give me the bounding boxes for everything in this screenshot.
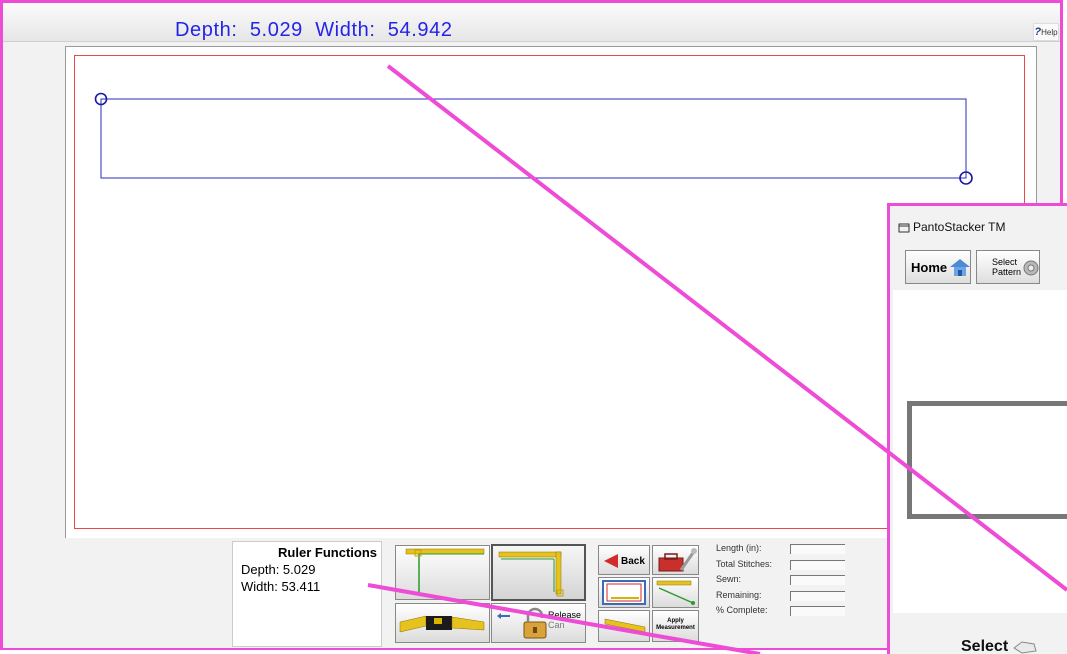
- select-label: Select: [961, 638, 1009, 654]
- total-stitches-value: [790, 559, 845, 570]
- ruler-rectangle: [100, 98, 967, 179]
- home-icon: [950, 259, 970, 276]
- stitch-stats: Length (in): Total Stitches: Sewn: Remai…: [716, 543, 846, 621]
- pantostacker-window: PantoStacker TM Home Select Pattern Sele…: [887, 203, 1067, 654]
- gear-icon: [1023, 260, 1039, 276]
- ruler-functions-panel: Ruler Functions Depth: 5.029 Width: 53.4…: [232, 541, 382, 647]
- boundary-button[interactable]: [598, 577, 650, 608]
- select-pattern-button[interactable]: Select Pattern: [976, 250, 1040, 284]
- sewn-value: [790, 575, 845, 585]
- ruler-width: Width: 53.411: [241, 579, 321, 594]
- angle-ruler-icon: [656, 580, 695, 605]
- corner-ruler-button[interactable]: [491, 544, 586, 601]
- length-value: [790, 544, 845, 554]
- ruler-tool-button[interactable]: [395, 603, 490, 643]
- complete-label: % Complete:: [716, 605, 768, 615]
- back-arrow-icon: [604, 554, 618, 568]
- pattern-preview-frame: [907, 401, 1067, 519]
- help-icon: ?: [1034, 26, 1042, 38]
- release-button[interactable]: Release Can: [491, 603, 586, 643]
- toolbox-icon: [658, 548, 697, 572]
- ruler-tool-icon: [399, 615, 485, 633]
- straight-ruler-icon: [604, 618, 646, 633]
- remaining-label: Remaining:: [716, 589, 762, 600]
- total-stitches-label: Total Stitches:: [716, 558, 773, 569]
- top-bar: Depth: 5.029 Width: 54.942 ? Help: [3, 3, 1060, 42]
- apply-label: Apply: [667, 618, 684, 624]
- home-label: Home: [911, 259, 948, 275]
- length-label: Length (in):: [716, 543, 762, 553]
- corner-ruler-icon: [498, 551, 564, 597]
- pantostacker-title: PantoStacker TM: [913, 220, 1006, 234]
- pantostacker-titlebar: PantoStacker TM: [898, 220, 1005, 234]
- home-button[interactable]: Home: [905, 250, 971, 284]
- help-button[interactable]: ? Help: [1033, 23, 1059, 41]
- release-sub-label: Can: [548, 620, 565, 630]
- back-label: Back: [621, 556, 645, 567]
- toolbox-button[interactable]: [652, 545, 699, 575]
- boundary-icon: [602, 580, 646, 605]
- remaining-value: [790, 590, 845, 601]
- apply-label-2: Measurement: [656, 625, 695, 631]
- help-label: Help: [1041, 27, 1058, 37]
- two-point-ruler-icon: [405, 548, 485, 596]
- ruler-functions-title: Ruler Functions: [278, 545, 377, 560]
- window-icon: [898, 223, 910, 232]
- measurement-readout: Depth: 5.029 Width: 54.942: [175, 19, 453, 41]
- select-button[interactable]: Select: [961, 638, 1038, 654]
- straight-ruler-button[interactable]: [598, 610, 650, 642]
- release-label: Release: [548, 610, 582, 620]
- complete-value: [790, 606, 845, 616]
- two-point-ruler-button[interactable]: [395, 545, 490, 600]
- apply-measurement-button[interactable]: Apply Measurement: [652, 610, 699, 642]
- angle-ruler-button[interactable]: [652, 577, 699, 608]
- sewn-label: Sewn:: [716, 574, 742, 584]
- back-button[interactable]: Back: [598, 545, 650, 575]
- hand-pointer-icon: [1013, 641, 1037, 654]
- ruler-depth: Depth: 5.029: [241, 562, 316, 577]
